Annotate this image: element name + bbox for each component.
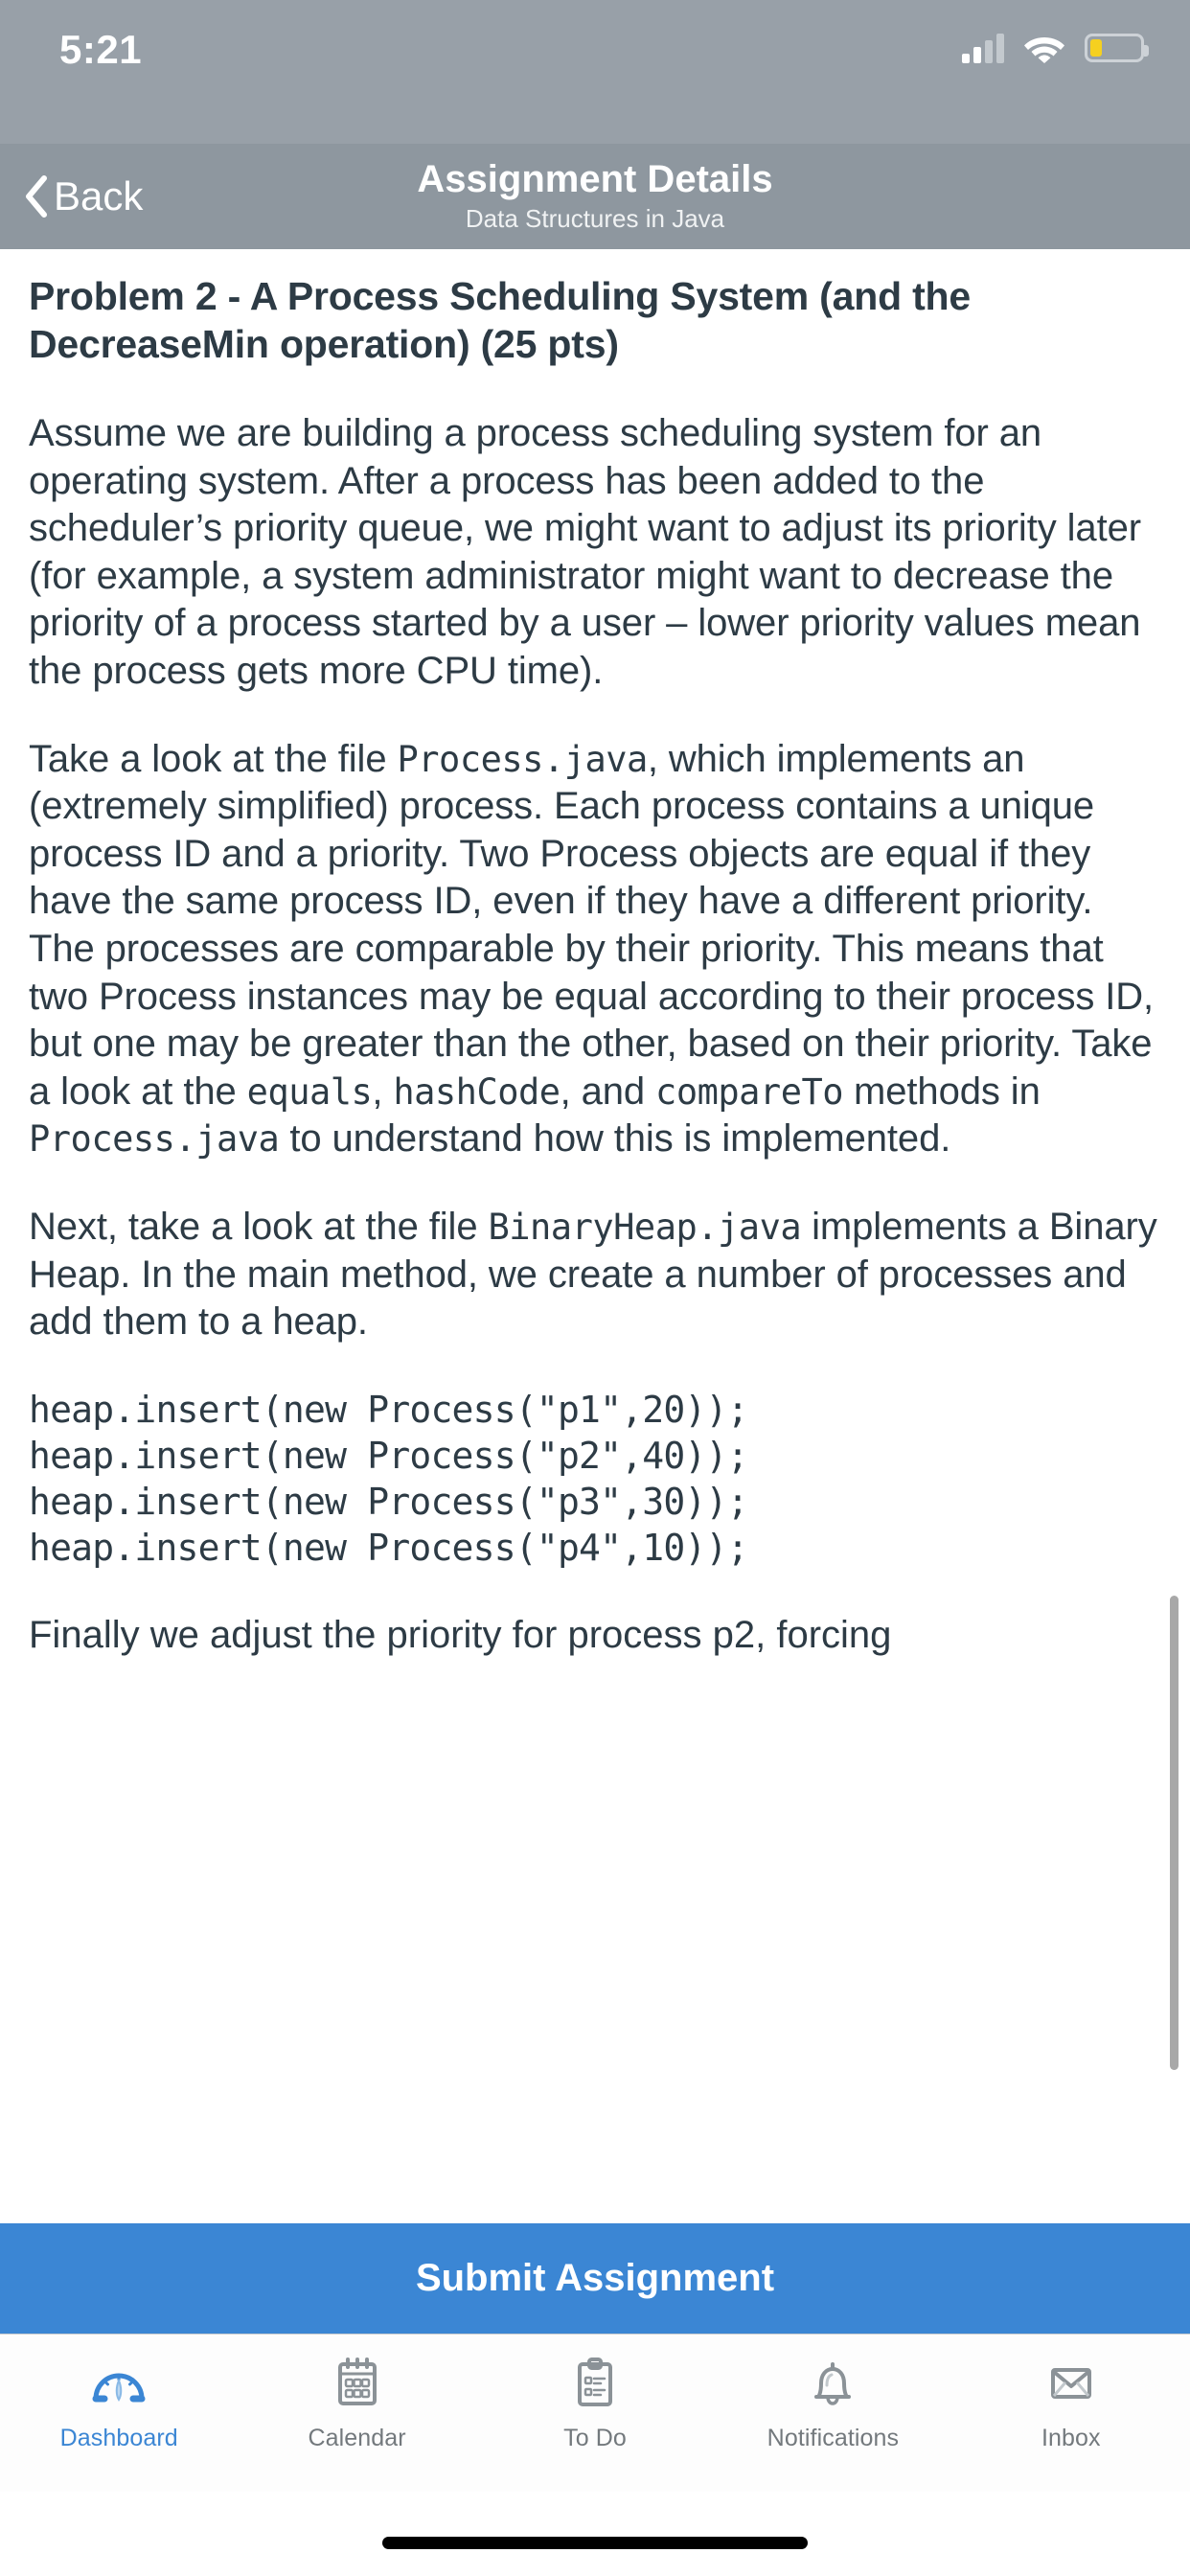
bottom-tab-bar: Dashboard Calendar To Do Notifications I… (0, 2334, 1190, 2492)
status-bar: 5:21 (0, 0, 1190, 144)
text-fragment: Take a look at the file (29, 737, 398, 780)
submit-assignment-button[interactable]: Submit Assignment (0, 2223, 1190, 2334)
tab-notifications-label: Notifications (767, 2425, 900, 2451)
tab-todo-label: To Do (563, 2425, 627, 2451)
bell-icon (814, 2362, 852, 2405)
nav-bar: Back Assignment Details Data Structures … (0, 144, 1190, 249)
tab-inbox-label: Inbox (1041, 2425, 1101, 2451)
calendar-icon (337, 2358, 377, 2405)
nav-title-group: Assignment Details Data Structures in Ja… (0, 144, 1190, 249)
paragraph-intro: Assume we are building a process schedul… (29, 412, 1141, 692)
tab-inbox[interactable]: Inbox (952, 2334, 1190, 2493)
page-subtitle: Data Structures in Java (465, 203, 725, 233)
battery-low-icon (1085, 34, 1149, 62)
tab-dashboard[interactable]: Dashboard (0, 2334, 238, 2493)
submit-assignment-label: Submit Assignment (415, 2257, 775, 2299)
vertical-scrollbar[interactable] (1170, 1596, 1179, 2070)
tab-calendar[interactable]: Calendar (238, 2334, 475, 2493)
chevron-left-icon (26, 175, 47, 218)
back-button-label: Back (54, 173, 144, 218)
text-fragment: , (372, 1070, 394, 1113)
inline-code-binaryheap-java: BinaryHeap.java (488, 1206, 802, 1248)
code-block-heap-inserts: heap.insert(new Process("p1",20)); heap.… (29, 1388, 748, 1570)
cellular-signal-icon (962, 33, 1004, 63)
inline-code-process-java: Process.java (397, 738, 649, 780)
clipboard-list-icon (578, 2358, 613, 2406)
assignment-body: Problem 2 - A Process Scheduling System … (29, 249, 1161, 1659)
page-title: Assignment Details (417, 157, 773, 200)
dashboard-gauge-icon (92, 2373, 146, 2403)
inline-code-compareto: compareTo (655, 1070, 844, 1113)
wifi-icon (1024, 37, 1064, 63)
tab-notifications[interactable]: Notifications (714, 2334, 951, 2493)
tab-dashboard-label: Dashboard (59, 2425, 178, 2451)
assignment-content-scroll[interactable]: Problem 2 - A Process Scheduling System … (0, 249, 1190, 2223)
text-fragment: , which implements an (extremely simplif… (29, 737, 1155, 1113)
envelope-icon (1050, 2368, 1091, 2399)
paragraph-final-clipped: Finally we adjust the priority for proce… (29, 1613, 892, 1656)
inline-code-process-java-2: Process.java (29, 1118, 280, 1161)
inline-code-equals: equals (246, 1070, 373, 1113)
tab-todo[interactable]: To Do (476, 2334, 714, 2493)
inline-code-hashcode: hashCode (393, 1070, 561, 1113)
text-fragment: Next, take a look at the file (29, 1205, 489, 1248)
text-fragment: methods in (843, 1070, 1041, 1113)
text-fragment: to understand how this is implemented. (279, 1117, 951, 1161)
back-button[interactable]: Back (23, 144, 156, 249)
status-bar-clock: 5:21 (59, 27, 143, 72)
paragraph-binaryheap-file: Next, take a look at the file BinaryHeap… (29, 1204, 1161, 1346)
app-screen: 5:21 Back Assignment Details Data Struct… (0, 0, 1190, 2576)
status-bar-indicators (962, 25, 1149, 71)
home-indicator[interactable] (382, 2537, 808, 2549)
problem-heading: Problem 2 - A Process Scheduling System … (29, 274, 972, 367)
tab-calendar-label: Calendar (308, 2425, 406, 2451)
text-fragment: , and (560, 1070, 656, 1113)
paragraph-process-file: Take a look at the file Process.java, wh… (29, 736, 1161, 1163)
